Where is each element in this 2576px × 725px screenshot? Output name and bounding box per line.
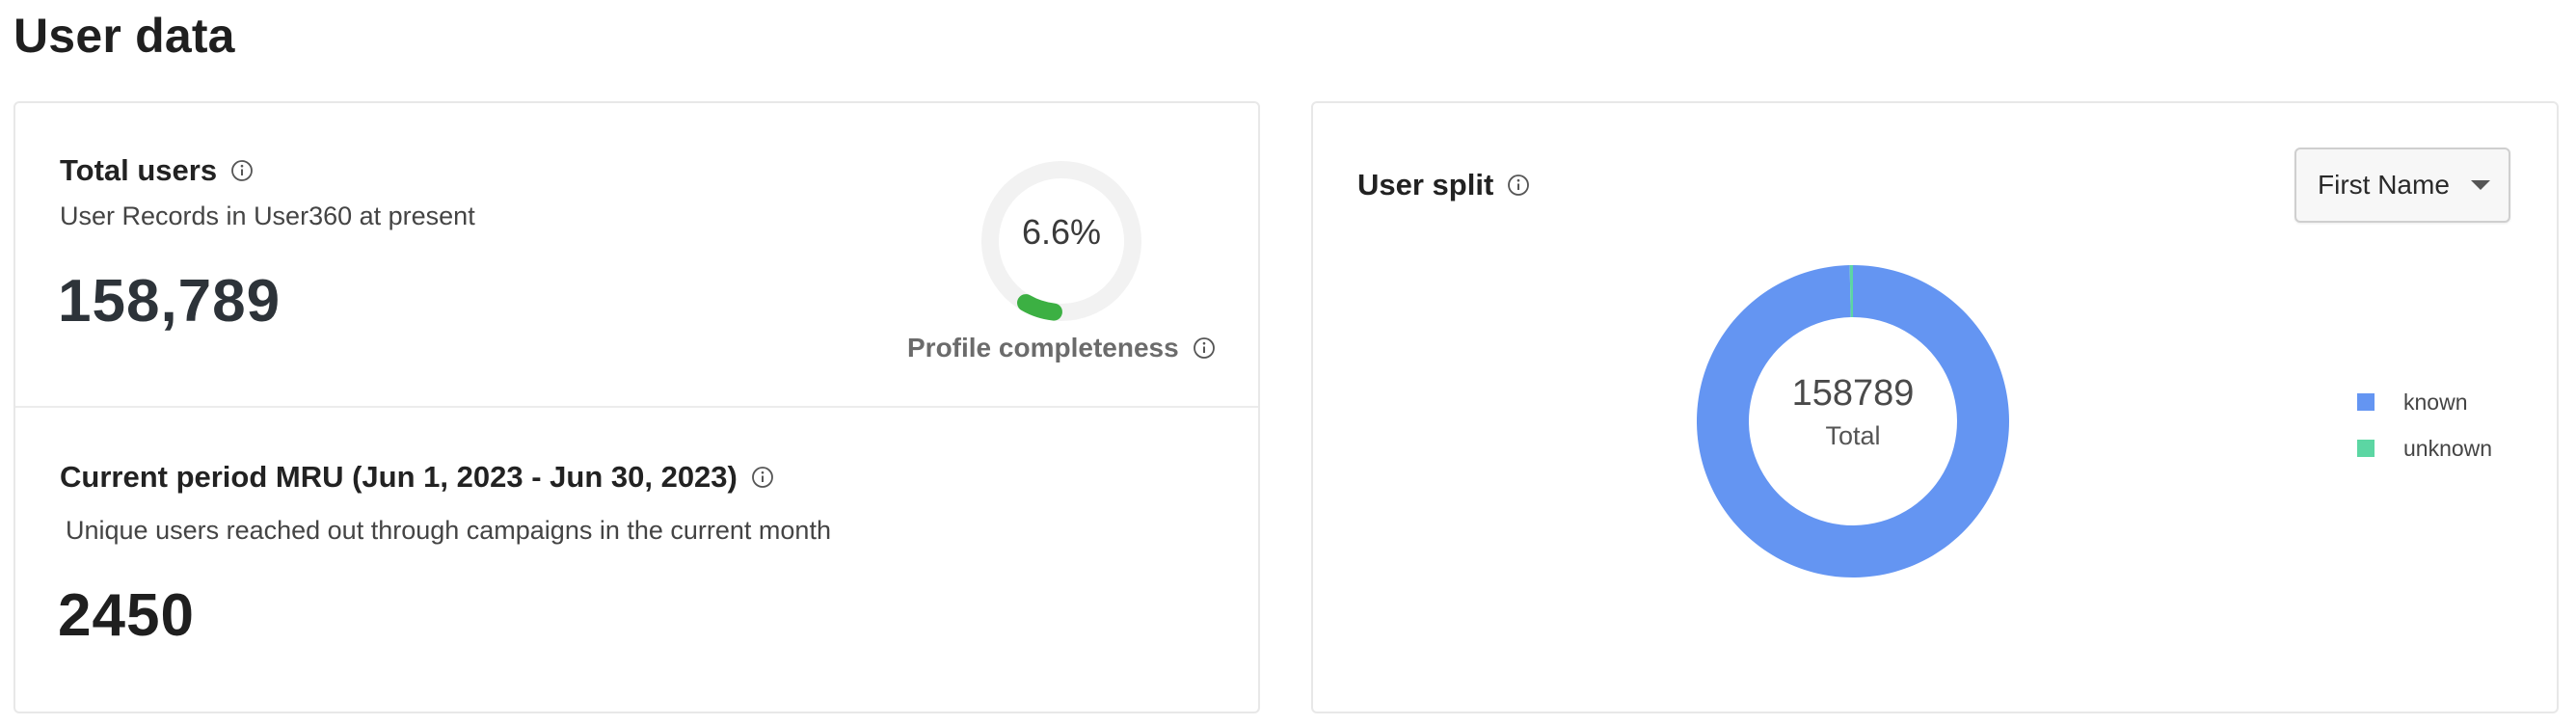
info-icon[interactable] [1507, 174, 1530, 197]
user-split-card: User split First Name 158789 Total known… [1311, 101, 2559, 713]
user-split-attribute-dropdown[interactable]: First Name [2294, 148, 2510, 223]
info-icon[interactable] [1193, 336, 1216, 360]
total-users-subtitle: User Records in User360 at present [60, 201, 475, 230]
info-icon[interactable] [230, 159, 254, 182]
legend-item-known[interactable]: known [2357, 379, 2492, 425]
page-title: User data [13, 9, 235, 63]
user-split-title: User split [1357, 168, 1494, 201]
legend-label: unknown [2403, 435, 2493, 461]
mru-header: Current period MRU (Jun 1, 2023 - Jun 30… [60, 460, 774, 495]
profile-completeness-label-row: Profile completeness [907, 333, 1216, 363]
total-users-header: Total users [60, 153, 254, 188]
mru-subtitle: Unique users reached out through campaig… [66, 516, 831, 545]
info-icon[interactable] [751, 466, 774, 489]
legend-item-unknown[interactable]: unknown [2357, 425, 2492, 471]
card-divider [15, 406, 1258, 408]
profile-completeness-value: 6.6% [1021, 212, 1102, 252]
legend-label: known [2403, 389, 2468, 415]
user-split-header: User split [1357, 168, 1530, 202]
legend-swatch [2357, 440, 2375, 457]
dropdown-selected-value: First Name [2318, 170, 2450, 200]
donut-center-label: Total [1825, 421, 1881, 450]
chevron-down-icon [2470, 180, 2490, 190]
user-stats-card: Total users User Records in User360 at p… [13, 101, 1260, 713]
mru-value: 2450 [58, 582, 195, 649]
gauge-progress [1017, 294, 1062, 321]
mru-title: Current period MRU (Jun 1, 2023 - Jun 30… [60, 460, 738, 494]
legend-swatch [2357, 393, 2375, 411]
donut-center-value: 158789 [1791, 373, 1915, 414]
total-users-value: 158,789 [58, 268, 282, 335]
profile-completeness-label: Profile completeness [907, 333, 1179, 362]
chart-legend: known unknown [2357, 379, 2492, 471]
total-users-title: Total users [60, 153, 218, 187]
